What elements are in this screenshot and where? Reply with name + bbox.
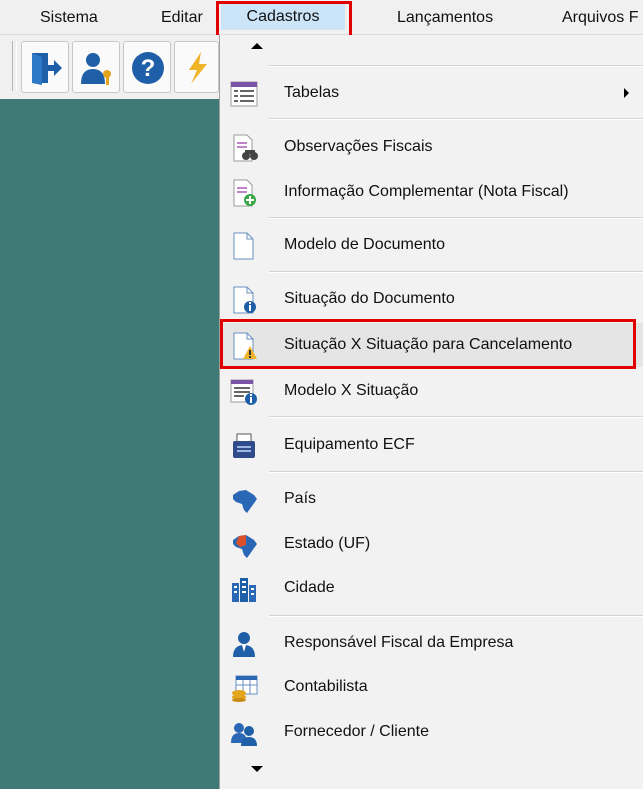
menu-item-label: Tabelas [284,84,340,101]
help-icon: ? [132,52,164,84]
menu-item-label: Estado (UF) [284,535,371,552]
menu-sistema[interactable]: Sistema [40,9,98,27]
table-list-icon [230,81,258,107]
menu-item-label: Observações Fiscais [284,138,433,155]
menu-arquivos[interactable]: Arquivos F [562,9,638,27]
menu-item-tabelas[interactable]: Tabelas [220,71,643,115]
document-info-icon [233,286,256,314]
brazil-map-icon [233,490,257,513]
menu-item-situacao-do-documento[interactable]: Situação do Documento [220,277,643,321]
cadastros-dropdown: Tabelas Observações Fiscais Informação C… [219,35,643,789]
menu-item-informacao-complementar[interactable]: Informação Complementar (Nota Fiscal) [220,170,643,214]
menu-item-label: Fornecedor / Cliente [284,723,429,740]
user-key-button[interactable] [72,41,120,93]
menu-item-responsavel-fiscal[interactable]: Responsável Fiscal da Empresa [220,621,643,665]
menu-separator [269,217,643,219]
menu-separator [269,471,643,473]
menu-item-contabilista[interactable]: Contabilista [220,665,643,709]
exit-door-icon [32,53,62,85]
menu-item-pais[interactable]: País [220,477,643,521]
user-key-icon [81,53,111,85]
menu-item-observacoes-fiscais[interactable]: Observações Fiscais [220,125,643,169]
menu-separator [269,271,643,273]
menu-item-label: Modelo X Situação [284,382,419,399]
menu-item-label: Equipamento ECF [284,436,415,453]
list-info-icon [230,379,257,405]
action-button[interactable] [174,41,219,93]
menu-lancamentos[interactable]: Lançamentos [397,9,493,27]
table-coins-icon [232,675,258,702]
menu-item-label: País [284,490,317,507]
highlight-situacao-cancelamento [220,319,636,369]
menu-separator [269,65,643,67]
menu-item-fornecedor-cliente[interactable]: Fornecedor / Cliente [220,710,643,754]
lightning-icon [189,52,207,84]
brazil-state-map-icon [233,535,257,558]
menu-item-modelo-x-situacao[interactable]: Modelo X Situação [220,369,643,413]
city-buildings-icon [232,578,256,602]
submenu-arrow-icon [624,88,629,98]
menu-item-equipamento-ecf[interactable]: Equipamento ECF [220,423,643,467]
menu-item-label: Cidade [284,579,335,596]
menu-item-label: Informação Complementar (Nota Fiscal) [284,183,569,200]
toolbar-separator [12,41,17,91]
scroll-down-icon[interactable] [251,766,263,772]
menu-item-label: Responsável Fiscal da Empresa [284,634,514,651]
menu-item-label: Modelo de Documento [284,236,445,253]
menu-separator [269,615,643,617]
fiscal-printer-icon [233,433,255,458]
help-button[interactable]: ? [123,41,171,93]
svg-text:?: ? [141,55,156,82]
workspace-background [0,99,221,789]
blank-document-icon [233,232,254,260]
menu-item-modelo-de-documento[interactable]: Modelo de Documento [220,223,643,267]
menu-item-estado-uf[interactable]: Estado (UF) [220,522,643,566]
menu-editar[interactable]: Editar [161,9,203,27]
menu-separator [269,118,643,120]
document-binoculars-icon [233,134,258,162]
menu-separator [269,416,643,418]
menu-item-label: Contabilista [284,678,368,695]
person-icon [233,632,255,657]
menu-item-label: Situação do Documento [284,290,455,307]
people-icon [231,723,257,746]
toolbar: ? [0,35,219,99]
scroll-up-icon[interactable] [251,43,263,49]
menu-item-cidade[interactable]: Cidade [220,566,643,610]
exit-button[interactable] [21,41,69,93]
document-add-icon [233,179,256,207]
